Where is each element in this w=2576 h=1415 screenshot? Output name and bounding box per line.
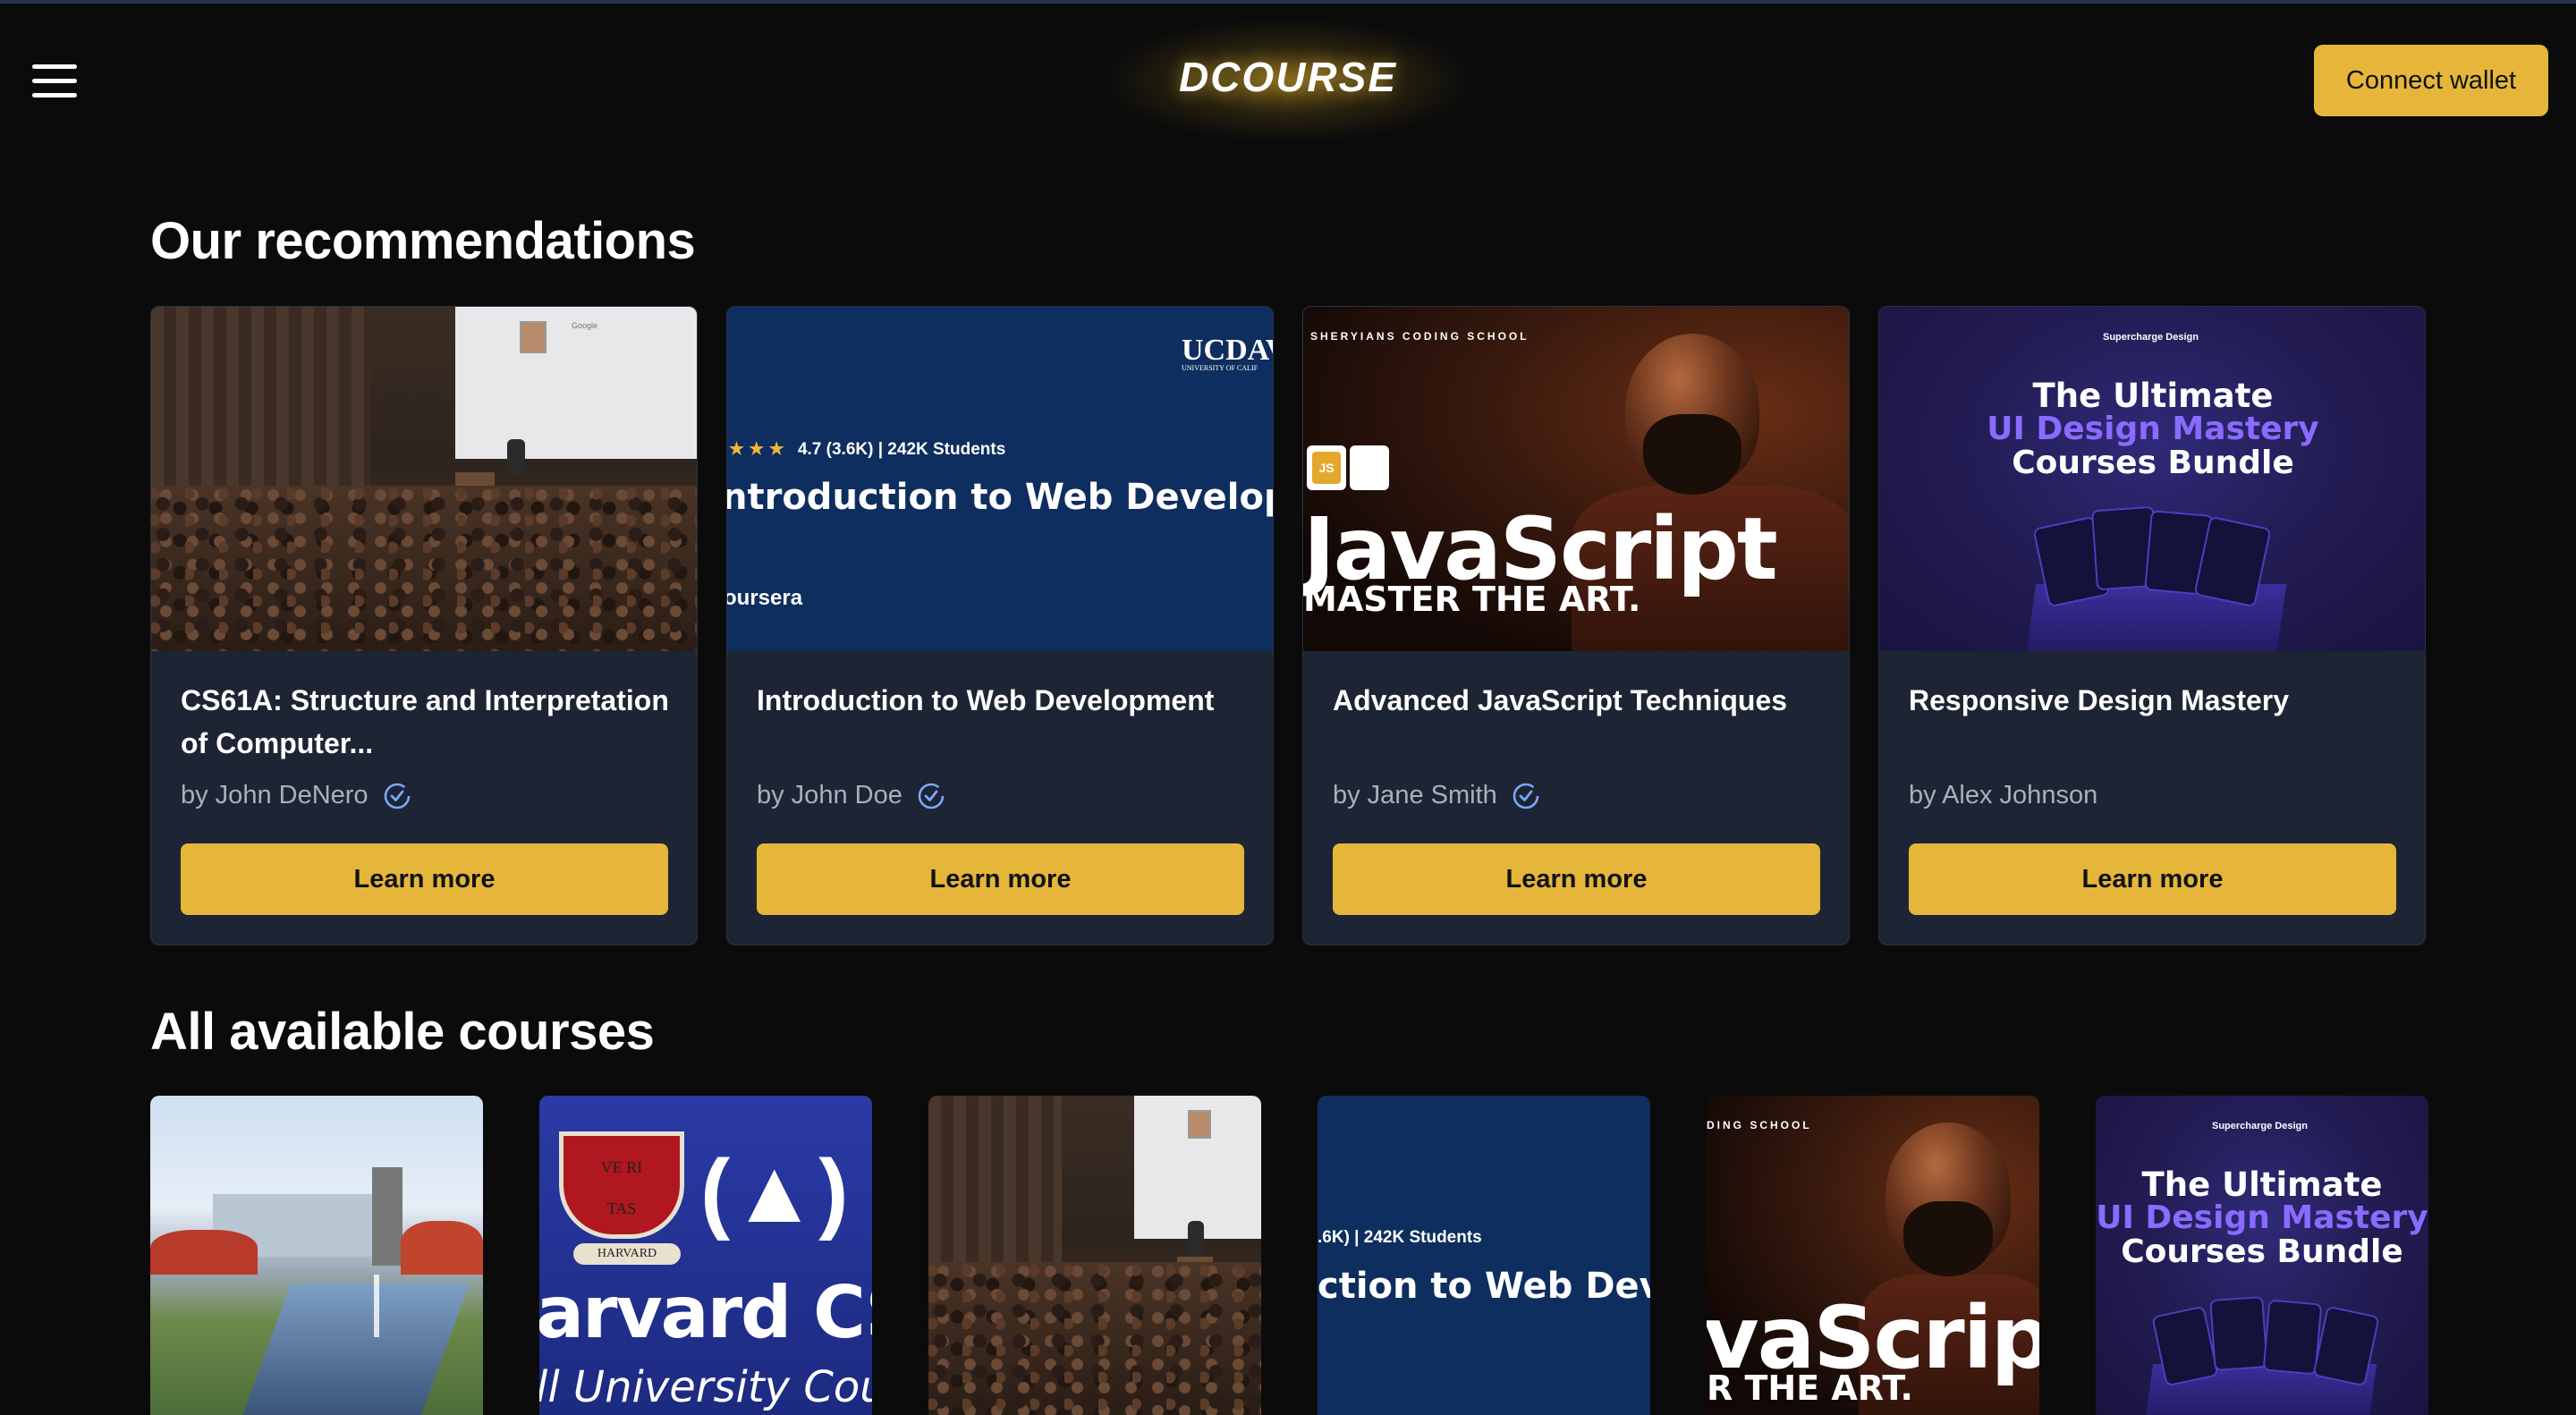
course-author: by Alex Johnson — [1909, 781, 2098, 809]
author-row: by John DeNero — [181, 781, 411, 810]
course-tile-lecture-hall[interactable] — [928, 1096, 1261, 1415]
course-thumbnail-lecture-hall: Google — [151, 307, 697, 651]
author-row: by Jane Smith — [1333, 781, 1540, 810]
learn-more-button[interactable]: Learn more — [1909, 843, 2396, 915]
window-top-border — [0, 0, 2576, 4]
author-row: by Alex Johnson — [1909, 781, 2097, 810]
recommendations-heading: Our recommendations — [150, 212, 696, 270]
course-card-cs61a[interactable]: Google CS61A: Structure and Interpretati… — [150, 306, 698, 945]
course-tile-ui-bundle[interactable]: Supercharge Design The Ultimate UI Desig… — [2096, 1096, 2428, 1415]
all-courses-heading: All available courses — [150, 1003, 655, 1061]
course-thumbnail-javascript: SHERYIANS CODING SCHOOL JS JavaScript MA… — [1303, 307, 1849, 651]
course-author: by John DeNero — [181, 781, 369, 809]
hamburger-menu-icon[interactable] — [32, 64, 77, 98]
fire-icon: (▲) — [700, 1141, 849, 1241]
learn-more-button[interactable]: Learn more — [757, 843, 1244, 915]
course-card-web-development[interactable]: UCDAV UNIVERSITY OF CALIF ★ ★ ★ 4.7 (3.6… — [726, 306, 1274, 945]
star-rating-icon: ★ ★ ★ — [729, 440, 784, 459]
verified-check-icon — [1513, 783, 1539, 809]
course-title: Advanced JavaScript Techniques — [1333, 684, 1788, 716]
verified-check-icon — [918, 783, 945, 809]
course-tile-campus[interactable] — [150, 1096, 483, 1415]
course-author: by John Doe — [757, 781, 902, 809]
course-card-advanced-javascript[interactable]: SHERYIANS CODING SCHOOL JS JavaScript MA… — [1302, 306, 1850, 945]
course-title: Introduction to Web Development — [757, 684, 1215, 716]
learn-more-button[interactable]: Learn more — [1333, 843, 1820, 915]
logo[interactable]: DCOURSE — [1163, 50, 1413, 104]
course-tile-harvard[interactable]: VE RI TAS HARVARD (▲) arvard CS5 ll Univ… — [539, 1096, 872, 1415]
course-author: by Jane Smith — [1333, 781, 1497, 809]
course-thumbnail-ui-bundle: Supercharge Design The Ultimate UI Desig… — [1879, 307, 2425, 651]
verified-check-icon — [384, 783, 410, 809]
course-title: Responsive Design Mastery — [1909, 684, 2290, 716]
js-badge-icon: JS — [1312, 452, 1341, 484]
course-card-responsive-design[interactable]: Supercharge Design The Ultimate UI Desig… — [1878, 306, 2426, 945]
course-tile-javascript[interactable]: DING SCHOOL vaScript R THE ART. — [1707, 1096, 2039, 1415]
connect-wallet-button[interactable]: Connect wallet — [2314, 45, 2548, 116]
course-tile-web-development[interactable]: .6K) | 242K Students ction to Web Devel — [1318, 1096, 1650, 1415]
learn-more-button[interactable]: Learn more — [181, 843, 668, 915]
course-thumbnail-coursera: UCDAV UNIVERSITY OF CALIF ★ ★ ★ 4.7 (3.6… — [727, 307, 1273, 651]
course-title: CS61A: Structure and Interpretation of C… — [181, 684, 669, 759]
author-row: by John Doe — [757, 781, 945, 810]
